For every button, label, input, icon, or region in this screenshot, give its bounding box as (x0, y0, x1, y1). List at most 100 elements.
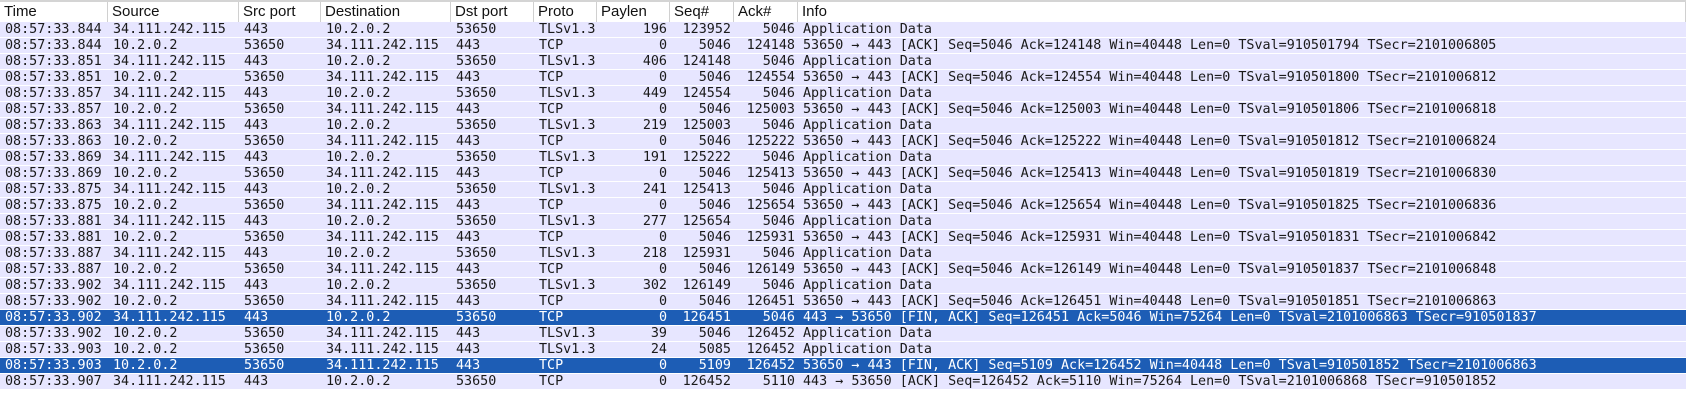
packet-row[interactable]: 08:57:33.887 10.2.0.2 53650 34.111.242.115 4… (0, 262, 1686, 278)
cell-paylen: 0 (658, 230, 667, 245)
cell-seq: 5109 (698, 358, 731, 373)
cell-paylen: 302 (642, 278, 667, 293)
packet-row[interactable]: 08:57:33.887 34.111.242.115 443 10.2.0.2 536… (0, 246, 1686, 262)
column-header-destination[interactable]: Destination (321, 2, 451, 22)
cell-destination: 34.111.242.115 (326, 134, 439, 149)
cell-dst-port: 443 (456, 262, 481, 277)
packet-row[interactable]: 08:57:33.902 34.111.242.115 443 10.2.0.2 536… (0, 278, 1686, 294)
packet-row[interactable]: 08:57:33.844 34.111.242.115 443 10.2.0.2 536… (0, 22, 1686, 38)
packet-row[interactable]: 08:57:33.902 10.2.0.2 53650 34.111.242.115 4… (0, 326, 1686, 342)
packet-row[interactable]: 08:57:33.863 10.2.0.2 53650 34.111.242.115 4… (0, 134, 1686, 150)
cell-source: 34.111.242.115 (113, 310, 226, 325)
packet-row[interactable]: 08:57:33.907 34.111.242.115 443 10.2.0.2 536… (0, 374, 1686, 390)
cell-destination: 34.111.242.115 (326, 38, 439, 53)
cell-ack: 5046 (762, 118, 795, 133)
cell-seq: 125222 (682, 150, 731, 165)
cell-src-port: 443 (244, 54, 269, 69)
cell-info: 443 → 53650 [ACK] Seq=126452 Ack=5110 Wi… (803, 374, 1497, 389)
cell-destination: 34.111.242.115 (326, 198, 439, 213)
cell-paylen: 406 (642, 54, 667, 69)
cell-destination: 34.111.242.115 (326, 342, 439, 357)
cell-source: 10.2.0.2 (113, 342, 178, 357)
cell-paylen: 0 (658, 262, 667, 277)
packet-row[interactable]: 08:57:33.869 34.111.242.115 443 10.2.0.2 536… (0, 150, 1686, 166)
cell-destination: 34.111.242.115 (326, 358, 439, 373)
column-header-seq[interactable]: Seq# (670, 2, 734, 22)
cell-dst-port: 443 (456, 358, 481, 373)
cell-proto: TCP (539, 38, 564, 53)
cell-info: Application Data (803, 86, 932, 101)
cell-dst-port: 443 (456, 326, 481, 341)
column-header-info[interactable]: Info (798, 2, 1686, 22)
cell-paylen: 196 (642, 22, 667, 37)
cell-ack: 5046 (762, 182, 795, 197)
packet-row-selected[interactable]: 08:57:33.903 10.2.0.2 53650 34.111.242.115 4… (0, 358, 1686, 374)
cell-time: 08:57:33.851 (5, 70, 102, 85)
packet-row[interactable]: 08:57:33.902 10.2.0.2 53650 34.111.242.115 4… (0, 294, 1686, 310)
cell-destination: 10.2.0.2 (326, 22, 391, 37)
cell-dst-port: 53650 (456, 86, 497, 101)
cell-info: 53650 → 443 [ACK] Seq=5046 Ack=126149 Wi… (803, 262, 1497, 277)
cell-source: 10.2.0.2 (113, 358, 178, 373)
packet-list[interactable]: Time Source Src port Destination Dst port Pro… (0, 0, 1686, 390)
column-header-src-port[interactable]: Src port (239, 2, 321, 22)
packet-row[interactable]: 08:57:33.875 10.2.0.2 53650 34.111.242.115 4… (0, 198, 1686, 214)
cell-proto: TCP (539, 102, 564, 117)
cell-proto: TLSv1.3 (539, 214, 596, 229)
packet-row[interactable]: 08:57:33.857 10.2.0.2 53650 34.111.242.115 4… (0, 102, 1686, 118)
column-header-ack[interactable]: Ack# (734, 2, 798, 22)
cell-time: 08:57:33.902 (5, 278, 102, 293)
cell-seq: 123952 (682, 22, 731, 37)
cell-time: 08:57:33.863 (5, 134, 102, 149)
column-header-paylen[interactable]: Paylen (597, 2, 670, 22)
packet-row[interactable]: 08:57:33.863 34.111.242.115 443 10.2.0.2 536… (0, 118, 1686, 134)
cell-destination: 34.111.242.115 (326, 294, 439, 309)
column-header-time[interactable]: Time (0, 2, 108, 22)
column-header-proto[interactable]: Proto (534, 2, 597, 22)
cell-seq: 5046 (698, 102, 731, 117)
cell-info: 53650 → 443 [ACK] Seq=5046 Ack=125413 Wi… (803, 166, 1497, 181)
cell-seq: 126149 (682, 278, 731, 293)
cell-src-port: 53650 (244, 102, 285, 117)
cell-ack: 125003 (746, 102, 795, 117)
cell-info: Application Data (803, 54, 932, 69)
cell-dst-port: 443 (456, 38, 481, 53)
cell-destination: 34.111.242.115 (326, 262, 439, 277)
column-header-source[interactable]: Source (108, 2, 239, 22)
packet-row[interactable]: 08:57:33.881 34.111.242.115 443 10.2.0.2 536… (0, 214, 1686, 230)
cell-seq: 5046 (698, 70, 731, 85)
cell-seq: 125654 (682, 214, 731, 229)
packet-row[interactable]: 08:57:33.869 10.2.0.2 53650 34.111.242.115 4… (0, 166, 1686, 182)
cell-seq: 5046 (698, 230, 731, 245)
cell-src-port: 53650 (244, 70, 285, 85)
cell-ack: 125413 (746, 166, 795, 181)
column-header-dst-port[interactable]: Dst port (451, 2, 534, 22)
cell-src-port: 443 (244, 310, 269, 325)
cell-seq: 5046 (698, 294, 731, 309)
cell-ack: 5046 (762, 278, 795, 293)
packet-row[interactable]: 08:57:33.844 10.2.0.2 53650 34.111.242.115 4… (0, 38, 1686, 54)
cell-source: 34.111.242.115 (113, 246, 226, 261)
cell-source: 10.2.0.2 (113, 134, 178, 149)
cell-time: 08:57:33.851 (5, 54, 102, 69)
cell-time: 08:57:33.881 (5, 214, 102, 229)
packet-row[interactable]: 08:57:33.875 34.111.242.115 443 10.2.0.2 536… (0, 182, 1686, 198)
packet-row-selected[interactable]: 08:57:33.902 34.111.242.115 443 10.2.0.2 536… (0, 310, 1686, 326)
packet-row[interactable]: 08:57:33.903 10.2.0.2 53650 34.111.242.115 4… (0, 342, 1686, 358)
cell-seq: 125003 (682, 118, 731, 133)
packet-row[interactable]: 08:57:33.881 10.2.0.2 53650 34.111.242.115 4… (0, 230, 1686, 246)
cell-source: 34.111.242.115 (113, 374, 226, 389)
packet-row[interactable]: 08:57:33.857 34.111.242.115 443 10.2.0.2 536… (0, 86, 1686, 102)
cell-dst-port: 53650 (456, 54, 497, 69)
packet-list-body[interactable]: 08:57:33.844 34.111.242.115 443 10.2.0.2 536… (0, 22, 1686, 390)
cell-info: Application Data (803, 246, 932, 261)
cell-info: 53650 → 443 [ACK] Seq=5046 Ack=125003 Wi… (803, 102, 1497, 117)
cell-info: 53650 → 443 [ACK] Seq=5046 Ack=126451 Wi… (803, 294, 1497, 309)
packet-row[interactable]: 08:57:33.851 34.111.242.115 443 10.2.0.2 536… (0, 54, 1686, 70)
cell-destination: 34.111.242.115 (326, 102, 439, 117)
cell-destination: 10.2.0.2 (326, 54, 391, 69)
cell-paylen: 0 (658, 38, 667, 53)
cell-paylen: 0 (658, 374, 667, 389)
packet-row[interactable]: 08:57:33.851 10.2.0.2 53650 34.111.242.115 4… (0, 70, 1686, 86)
cell-source: 34.111.242.115 (113, 22, 226, 37)
